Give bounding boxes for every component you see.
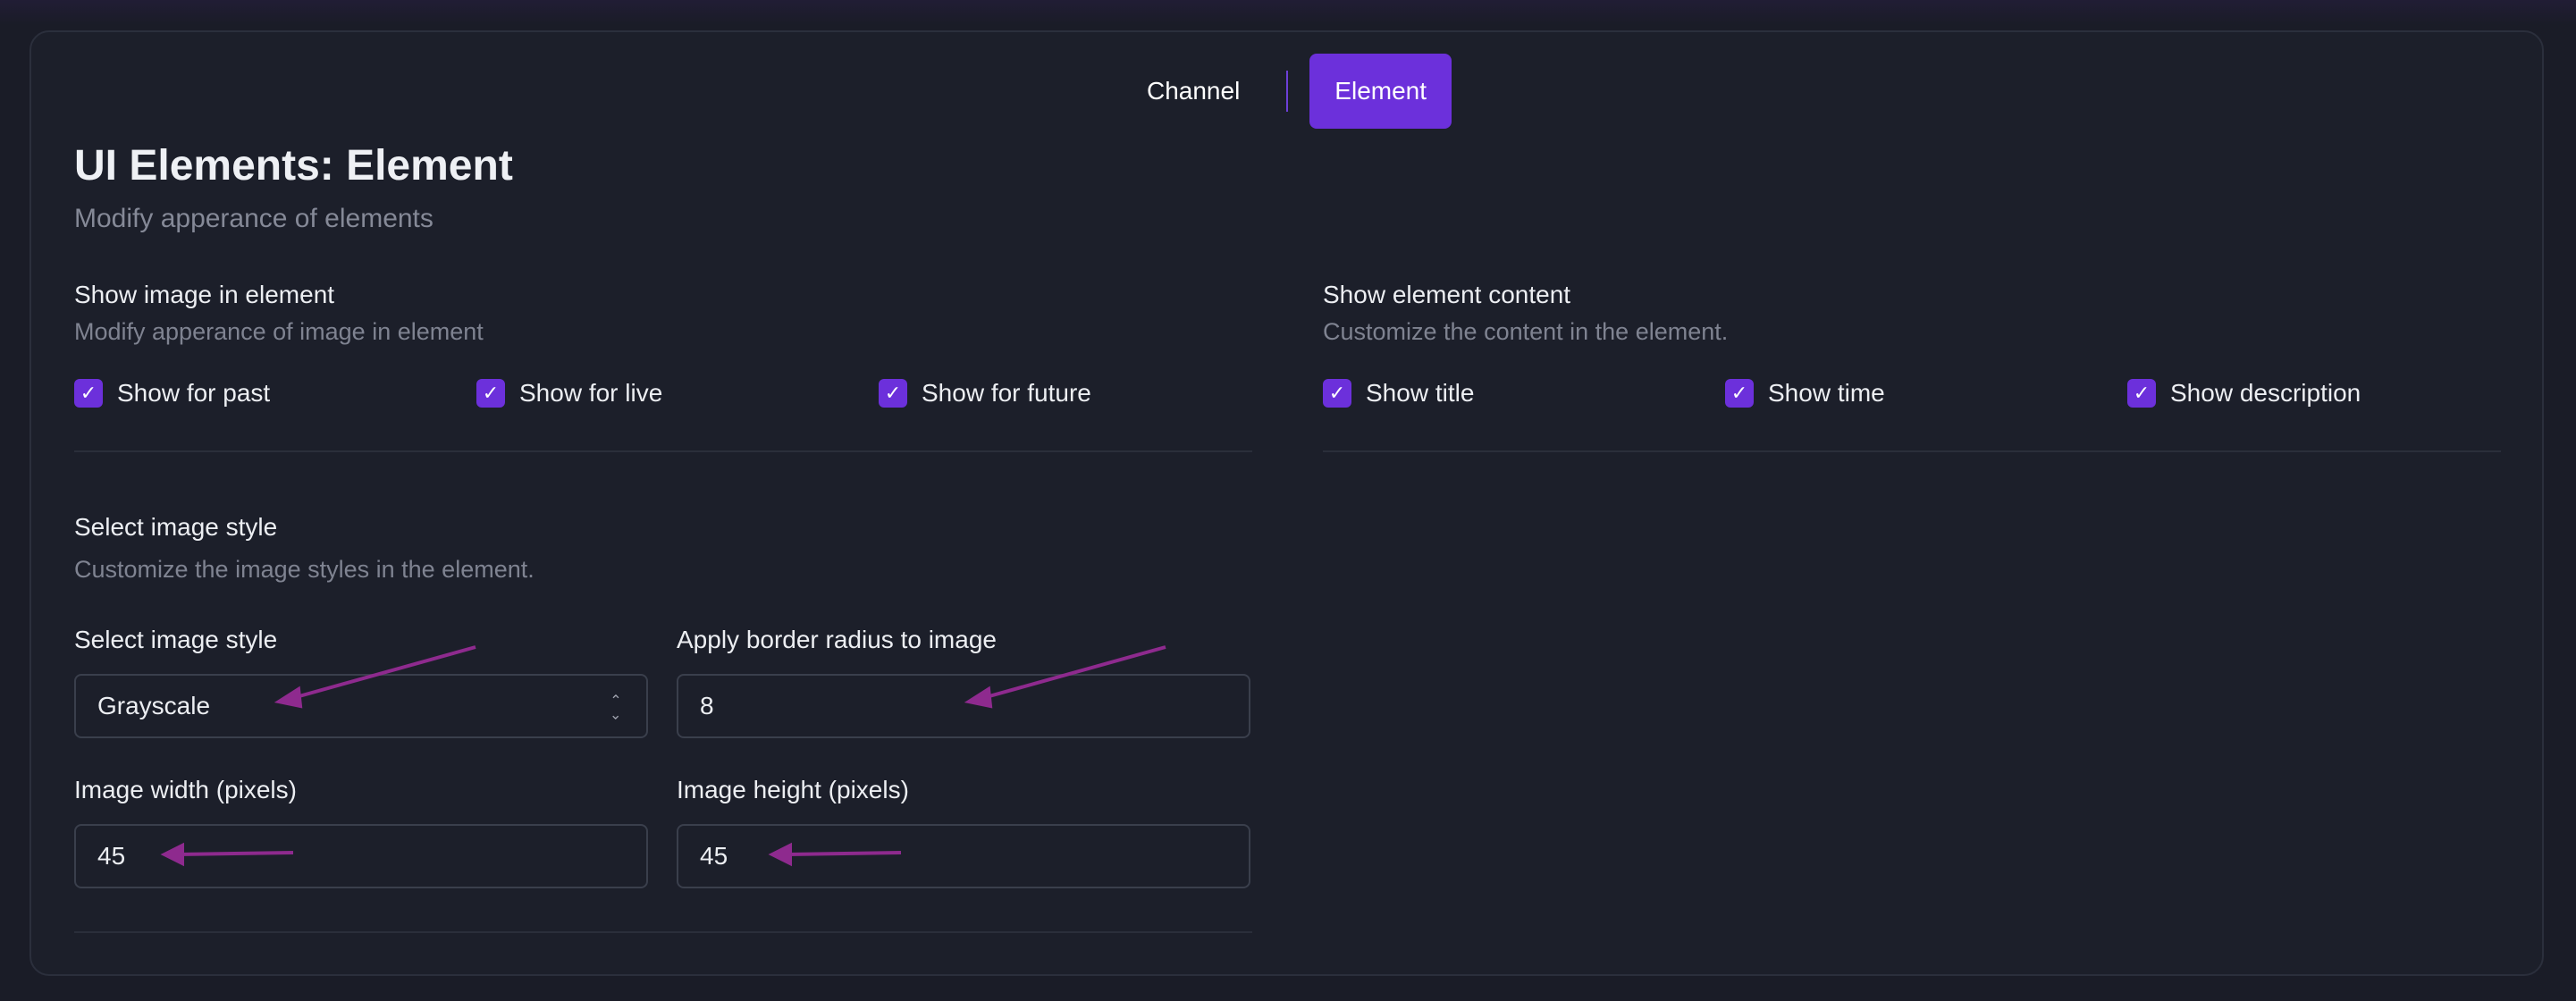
style-section-description: Customize the image styles in the elemen…	[74, 556, 535, 583]
image-width-label: Image width (pixels)	[74, 776, 297, 803]
divider	[1323, 450, 2501, 452]
content-section-heading: Show element content	[1323, 281, 1571, 308]
check-icon[interactable]: ✓	[476, 379, 505, 408]
border-radius-input[interactable]: 8	[677, 674, 1250, 738]
checkbox-label: Show time	[1768, 379, 1885, 407]
image-style-select[interactable]: Grayscale ⌃ ⌃	[74, 674, 648, 738]
chevron-up-down-icon: ⌃ ⌃	[610, 694, 622, 721]
checkbox-show-description[interactable]: ✓ Show description	[2127, 379, 2361, 408]
settings-panel: Channel Element UI Elements: Element Mod…	[29, 30, 2544, 976]
image-height-label: Image height (pixels)	[677, 776, 909, 803]
image-width-input[interactable]: 45	[74, 824, 648, 888]
checkbox-show-for-live[interactable]: ✓ Show for live	[476, 379, 662, 408]
tab-element[interactable]: Element	[1309, 54, 1452, 129]
image-section-heading: Show image in element	[74, 281, 335, 308]
border-radius-label: Apply border radius to image	[677, 626, 997, 653]
checkbox-show-title[interactable]: ✓ Show title	[1323, 379, 1474, 408]
check-icon[interactable]: ✓	[879, 379, 907, 408]
check-icon[interactable]: ✓	[1323, 379, 1351, 408]
checkbox-label: Show title	[1366, 379, 1475, 407]
checkbox-label: Show for live	[519, 379, 663, 407]
check-icon[interactable]: ✓	[2127, 379, 2156, 408]
checkbox-label: Show for past	[117, 379, 271, 407]
image-section-description: Modify apperance of image in element	[74, 318, 484, 345]
image-height-value: 45	[700, 842, 728, 870]
tab-channel[interactable]: Channel	[1122, 54, 1265, 129]
checkbox-show-time[interactable]: ✓ Show time	[1725, 379, 1885, 408]
page-subtitle: Modify apperance of elements	[74, 204, 434, 233]
divider	[74, 450, 1252, 452]
tab-bar: Channel Element	[31, 54, 2542, 129]
checkbox-show-for-future[interactable]: ✓ Show for future	[879, 379, 1091, 408]
checkbox-label: Show for future	[922, 379, 1091, 407]
image-style-label: Select image style	[74, 626, 278, 653]
check-icon[interactable]: ✓	[74, 379, 103, 408]
border-radius-value: 8	[700, 692, 714, 719]
check-icon[interactable]: ✓	[1725, 379, 1754, 408]
divider	[74, 931, 1252, 933]
style-section-heading: Select image style	[74, 513, 278, 541]
checkbox-show-for-past[interactable]: ✓ Show for past	[74, 379, 270, 408]
checkbox-label: Show description	[2170, 379, 2361, 407]
image-width-value: 45	[97, 842, 126, 870]
image-height-input[interactable]: 45	[677, 824, 1250, 888]
image-style-value: Grayscale	[97, 692, 211, 719]
tab-separator	[1286, 71, 1289, 112]
content-section-description: Customize the content in the element.	[1323, 318, 1729, 345]
page-title: UI Elements: Element	[74, 142, 513, 189]
